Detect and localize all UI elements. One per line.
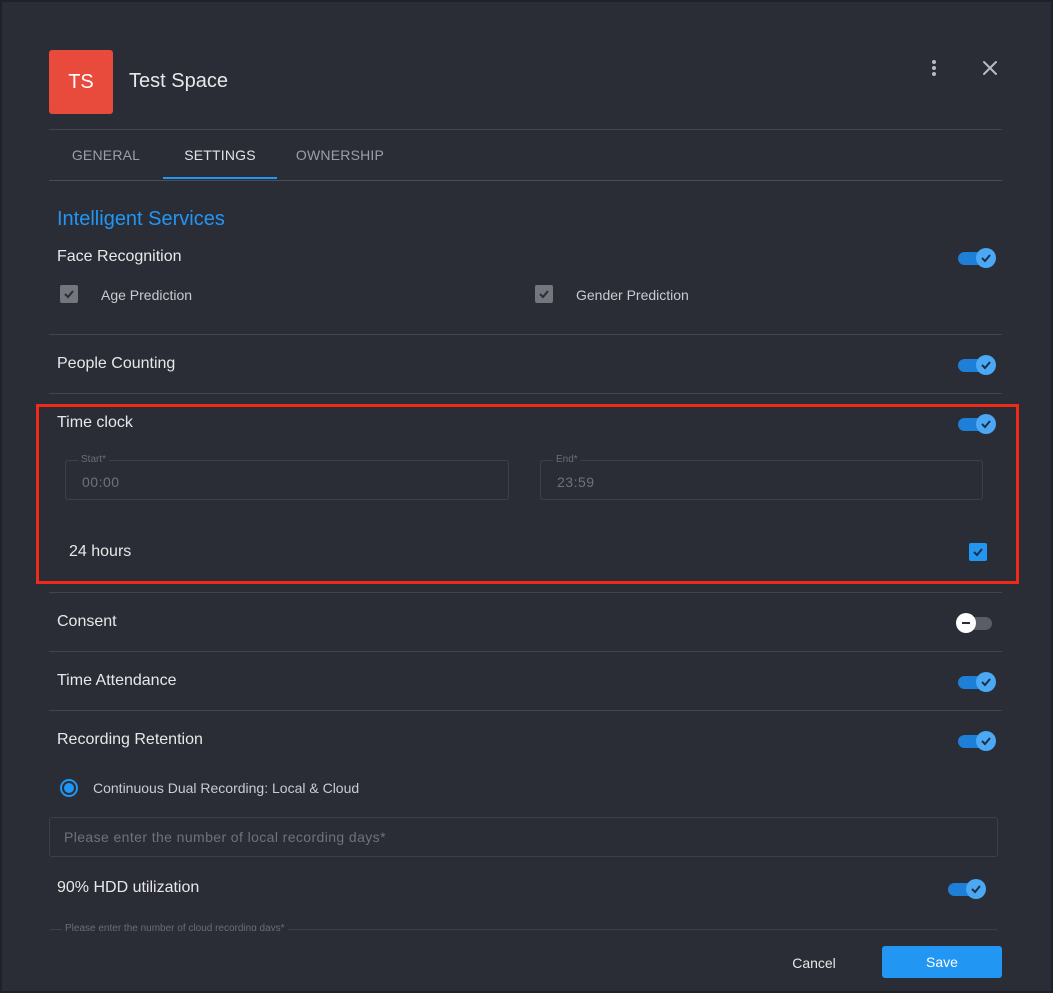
start-time-value: 00:00 [82, 474, 120, 490]
space-title: Test Space [129, 70, 228, 92]
gender-prediction-label: Gender Prediction [576, 287, 689, 303]
check-icon [64, 290, 74, 299]
toggle-thumb [976, 414, 996, 434]
recording-retention-toggle[interactable] [956, 729, 996, 753]
space-settings-dialog: TS Test Space GENERAL SETTINGS OWNERSHIP… [2, 2, 1051, 991]
more-vert-icon [932, 60, 936, 76]
all-day-checkbox[interactable] [969, 543, 987, 561]
toggle-thumb [976, 731, 996, 751]
people-counting-toggle[interactable] [956, 353, 996, 377]
cloud-recording-days-label: Please enter the number of cloud recordi… [62, 923, 288, 931]
time-attendance-label: Time Attendance [57, 672, 177, 689]
hdd-utilization-label: 90% HDD utilization [57, 879, 200, 896]
tab-general[interactable]: GENERAL [49, 130, 163, 180]
radio-dot [64, 783, 74, 793]
save-button[interactable]: Save [882, 946, 1002, 978]
start-time-label: Start* [78, 454, 110, 465]
time-clock-toggle[interactable] [956, 412, 996, 436]
time-attendance-toggle[interactable] [956, 670, 996, 694]
active-tab-indicator [163, 177, 277, 179]
more-options-button[interactable] [921, 55, 947, 81]
people-counting-label: People Counting [57, 355, 176, 372]
check-icon [973, 548, 983, 557]
consent-label: Consent [57, 613, 117, 630]
close-button[interactable] [977, 55, 1003, 81]
divider [49, 393, 1002, 394]
time-clock-label: Time clock [57, 414, 133, 431]
local-recording-days-placeholder: Please enter the number of local recordi… [64, 829, 386, 845]
divider [49, 710, 1002, 711]
dual-recording-radio[interactable] [60, 779, 78, 797]
divider [49, 651, 1002, 652]
check-icon [981, 678, 991, 687]
check-icon [981, 737, 991, 746]
face-recognition-toggle[interactable] [956, 246, 996, 270]
end-time-label: End* [553, 454, 581, 465]
gender-prediction-checkbox[interactable] [535, 285, 553, 303]
age-prediction-checkbox[interactable] [60, 285, 78, 303]
cancel-button[interactable]: Cancel [778, 948, 850, 978]
tab-bar: GENERAL SETTINGS OWNERSHIP [49, 130, 1002, 181]
divider [49, 592, 1002, 593]
toggle-thumb [966, 879, 986, 899]
toggle-thumb [956, 613, 976, 633]
settings-content[interactable]: Intelligent Services Face Recognition Ag… [2, 181, 1051, 931]
dual-recording-label: Continuous Dual Recording: Local & Cloud [93, 780, 360, 796]
check-icon [981, 254, 991, 263]
toggle-thumb [976, 355, 996, 375]
dialog-header: TS Test Space [49, 50, 1004, 116]
consent-toggle[interactable] [956, 611, 996, 635]
check-icon [981, 420, 991, 429]
recording-retention-label: Recording Retention [57, 731, 203, 748]
check-icon [539, 290, 549, 299]
start-time-field[interactable]: Start* 00:00 [65, 454, 509, 500]
divider [49, 334, 1002, 335]
end-time-value: 23:59 [557, 474, 595, 490]
tab-settings[interactable]: SETTINGS [163, 130, 277, 180]
local-recording-days-input[interactable]: Please enter the number of local recordi… [49, 817, 998, 857]
check-icon [971, 885, 981, 894]
face-recognition-label: Face Recognition [57, 248, 182, 265]
close-icon [983, 61, 997, 75]
tab-ownership[interactable]: OWNERSHIP [277, 130, 403, 180]
minus-icon [962, 622, 970, 624]
all-day-label: 24 hours [69, 543, 132, 560]
check-icon [981, 361, 991, 370]
dialog-footer: Cancel Save [2, 931, 1051, 991]
toggle-thumb [976, 672, 996, 692]
age-prediction-label: Age Prediction [101, 287, 193, 303]
section-title: Intelligent Services [57, 208, 225, 230]
end-time-field[interactable]: End* 23:59 [540, 454, 983, 500]
avatar: TS [49, 50, 113, 114]
hdd-utilization-toggle[interactable] [946, 877, 986, 901]
toggle-thumb [976, 248, 996, 268]
